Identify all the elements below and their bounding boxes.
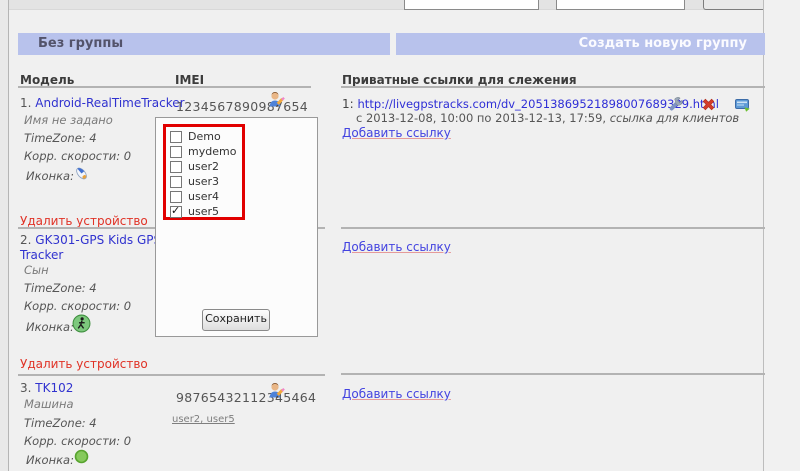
right-header-rule bbox=[341, 86, 765, 88]
share-message-icon[interactable] bbox=[734, 96, 751, 116]
device-1-timezone: TimeZone: 4 bbox=[24, 131, 97, 145]
device-1-icon-label: Иконка: bbox=[26, 169, 74, 183]
right-row-divider-1 bbox=[341, 227, 765, 229]
device-2-name-link[interactable]: GK301-GPS Kids GPS Tracker bbox=[20, 233, 161, 262]
device-3-speed-corr: Корр. скорости: 0 bbox=[24, 434, 131, 448]
checkbox-row-mydemo[interactable]: mydemo bbox=[170, 144, 236, 159]
device-1-title: 1. Android-RealTimeTracker bbox=[20, 96, 185, 110]
device-management-page: Без группы Создать новую группу Модель I… bbox=[0, 0, 800, 471]
left-page-edge bbox=[0, 0, 9, 471]
left-header-rule bbox=[18, 86, 311, 88]
device-1-speed-corr: Корр. скорости: 0 bbox=[24, 149, 131, 163]
user-edit-icon[interactable] bbox=[266, 381, 286, 404]
device-3-shared-users[interactable]: user2, user5 bbox=[172, 414, 235, 425]
add-link-2[interactable]: Добавить ссылку bbox=[342, 240, 451, 254]
user-checkbox-list: Demo mydemo user2 user3 user4 user5 bbox=[170, 129, 236, 219]
device-2-timezone: TimeZone: 4 bbox=[24, 281, 97, 295]
left-row-divider-2 bbox=[18, 374, 325, 376]
add-link-3[interactable]: Добавить ссылку bbox=[342, 387, 451, 401]
checkbox-row-user2[interactable]: user2 bbox=[170, 159, 236, 174]
device-3-name-link[interactable]: TK102 bbox=[35, 381, 73, 395]
device-1-delete-link[interactable]: Удалить устройство bbox=[20, 214, 148, 228]
save-button[interactable]: Сохранить bbox=[202, 309, 270, 331]
device-3-icon-label: Иконка: bbox=[26, 453, 74, 467]
device-2-icon-label: Иконка: bbox=[26, 320, 74, 334]
checkbox-user4[interactable] bbox=[170, 191, 182, 203]
cutoff-button[interactable] bbox=[703, 0, 769, 10]
user-access-popup: Demo mydemo user2 user3 user4 user5 bbox=[155, 117, 318, 337]
checkbox-demo[interactable] bbox=[170, 131, 182, 143]
device-3-timezone: TimeZone: 4 bbox=[24, 416, 97, 430]
device-2-title: 2. GK301-GPS Kids GPS Tracker bbox=[20, 233, 162, 263]
private-link-1-url[interactable]: http://livegpstracks.com/dv_205138695218… bbox=[358, 97, 719, 111]
device-1-name-link[interactable]: Android-RealTimeTracker bbox=[35, 96, 184, 110]
checkbox-label: Demo bbox=[188, 130, 221, 143]
checkbox-label: user5 bbox=[188, 205, 219, 218]
group-title: Без группы bbox=[38, 36, 123, 51]
private-link-1: 1: http://livegpstracks.com/dv_205138695… bbox=[342, 97, 719, 111]
device-2-index: 2. bbox=[20, 233, 31, 247]
column-header-model: Модель bbox=[20, 73, 74, 87]
device-2-speed-corr: Корр. скорости: 0 bbox=[24, 299, 131, 313]
group-header-bar: Без группы bbox=[18, 33, 390, 55]
checkbox-row-demo[interactable]: Demo bbox=[170, 129, 236, 144]
create-group-link[interactable]: Создать новую группу bbox=[579, 36, 747, 51]
checkbox-mydemo[interactable] bbox=[170, 146, 182, 158]
device-2-delete-link[interactable]: Удалить устройство bbox=[20, 357, 148, 371]
walking-man-icon[interactable] bbox=[72, 314, 91, 336]
checkbox-user3[interactable] bbox=[170, 176, 182, 188]
right-page-edge bbox=[763, 0, 800, 471]
device-3-index: 3. bbox=[20, 381, 31, 395]
column-header-imei: IMEI bbox=[175, 73, 204, 87]
add-link-1[interactable]: Добавить ссылку bbox=[342, 126, 451, 140]
wrench-icon[interactable] bbox=[666, 96, 683, 116]
checkbox-user5[interactable] bbox=[170, 206, 182, 218]
checkbox-label: user3 bbox=[188, 175, 219, 188]
checkbox-row-user5[interactable]: user5 bbox=[170, 204, 236, 219]
checkbox-row-user3[interactable]: user3 bbox=[170, 174, 236, 189]
device-1-note: Имя не задано bbox=[24, 113, 113, 127]
device-1-index: 1. bbox=[20, 96, 31, 110]
column-header-links: Приватные ссылки для слежения bbox=[342, 73, 577, 87]
checkbox-label: user2 bbox=[188, 160, 219, 173]
checkbox-label: mydemo bbox=[188, 145, 236, 158]
device-3-note: Машина bbox=[24, 397, 74, 411]
private-link-1-number: 1: bbox=[342, 97, 354, 111]
device-2-note: Сын bbox=[24, 263, 49, 277]
device-3-title: 3. TK102 bbox=[20, 381, 73, 395]
device-3-imei: 98765432112345464 bbox=[176, 390, 316, 405]
device-1-imei: 1234567890987654 bbox=[176, 99, 308, 114]
cutoff-text-input-1[interactable] bbox=[404, 0, 539, 10]
period-dates: с 2013-12-08, 10:00 по 2013-12-13, 17:59… bbox=[356, 111, 606, 125]
checkbox-label: user4 bbox=[188, 190, 219, 203]
create-group-bar[interactable]: Создать новую группу bbox=[396, 33, 765, 55]
marker-dart-icon[interactable] bbox=[72, 164, 91, 186]
green-dot-icon[interactable] bbox=[74, 449, 89, 467]
checkbox-user2[interactable] bbox=[170, 161, 182, 173]
cutoff-text-input-2[interactable] bbox=[556, 0, 685, 10]
delete-x-icon[interactable] bbox=[700, 96, 717, 116]
checkbox-row-user4[interactable]: user4 bbox=[170, 189, 236, 204]
right-row-divider-2 bbox=[341, 373, 765, 375]
user-edit-icon[interactable] bbox=[266, 90, 286, 113]
